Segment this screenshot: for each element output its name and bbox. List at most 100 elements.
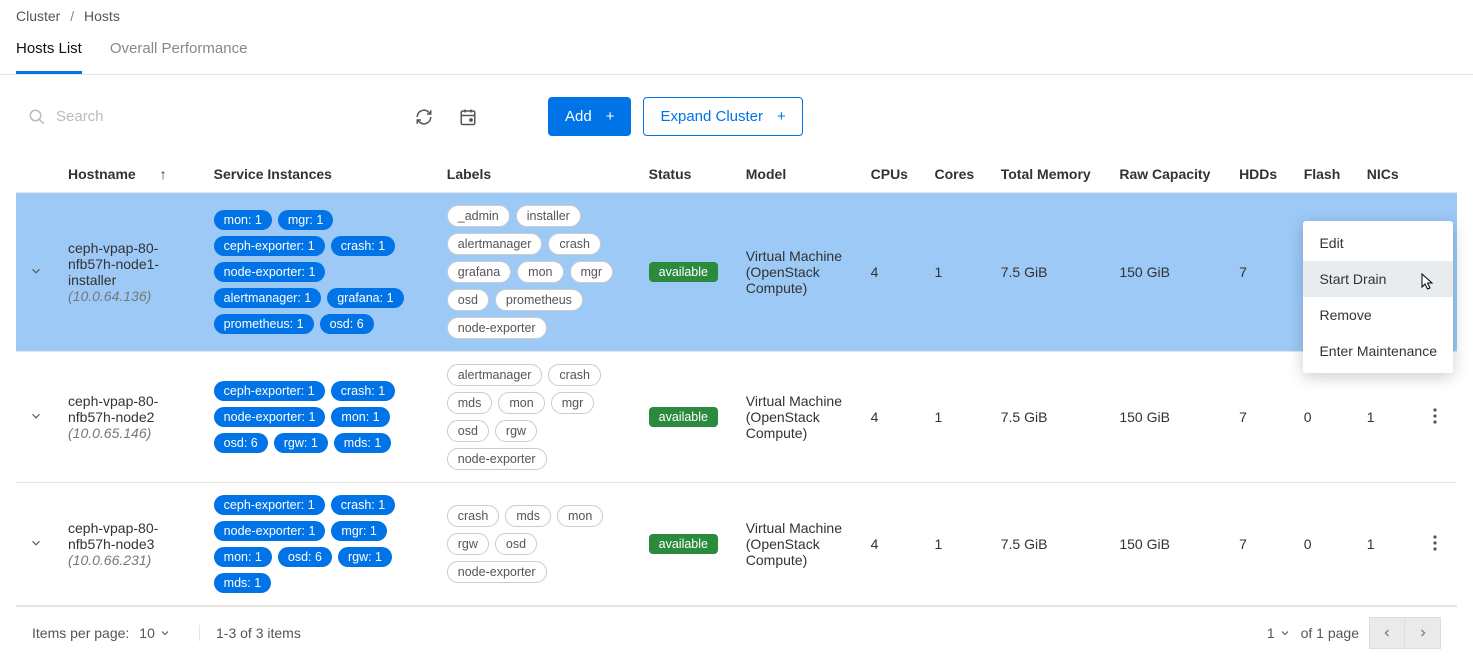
add-button[interactable]: Add + [548, 97, 631, 136]
chip[interactable]: installer [516, 205, 581, 227]
chip[interactable]: mon: 1 [214, 210, 272, 230]
items-count: 1-3 of 3 items [200, 625, 1267, 641]
chip[interactable]: node-exporter [447, 448, 547, 470]
chip[interactable]: grafana [447, 261, 511, 283]
expand-toggle[interactable] [29, 536, 43, 553]
chip[interactable]: mgr [570, 261, 614, 283]
col-labels[interactable]: Labels [435, 156, 637, 193]
chip[interactable]: ceph-exporter: 1 [214, 495, 325, 515]
chip[interactable]: _admin [447, 205, 510, 227]
tab-overall-performance[interactable]: Overall Performance [110, 28, 248, 74]
chip[interactable]: crash: 1 [331, 381, 395, 401]
chip[interactable]: prometheus: 1 [214, 314, 314, 334]
col-nics[interactable]: NICs [1355, 156, 1413, 193]
chip[interactable]: osd: 6 [278, 547, 332, 567]
chip[interactable]: crash [447, 505, 500, 527]
cell-memory: 7.5 GiB [989, 352, 1108, 483]
chip[interactable]: alertmanager [447, 233, 543, 255]
chip[interactable]: rgw: 1 [338, 547, 392, 567]
chip[interactable]: mds: 1 [334, 433, 392, 453]
menu-edit[interactable]: Edit [1303, 225, 1453, 261]
chip[interactable]: node-exporter [447, 561, 547, 583]
cell-hostname: ceph-vpap-80-nfb57h-node3 (10.0.66.231) [56, 483, 202, 606]
cell-model: Virtual Machine (OpenStack Compute) [734, 193, 859, 352]
chip[interactable]: alertmanager [447, 364, 543, 386]
col-model[interactable]: Model [734, 156, 859, 193]
row-actions-button[interactable] [1427, 529, 1443, 560]
items-per-page-select[interactable]: 10 [139, 625, 171, 641]
col-memory[interactable]: Total Memory [989, 156, 1108, 193]
chip[interactable]: mon [498, 392, 544, 414]
status-badge: available [649, 407, 718, 427]
chip[interactable]: mgr: 1 [278, 210, 333, 230]
expand-toggle[interactable] [29, 409, 43, 426]
chip[interactable]: mon: 1 [331, 407, 389, 427]
chip[interactable]: mgr [551, 392, 595, 414]
chip[interactable]: ceph-exporter: 1 [214, 381, 325, 401]
chip[interactable]: rgw [495, 420, 537, 442]
plus-icon: + [606, 108, 615, 125]
chip[interactable]: osd [447, 289, 489, 311]
chip[interactable]: osd: 6 [214, 433, 268, 453]
row-actions-button[interactable] [1427, 402, 1443, 433]
col-hdds[interactable]: HDDs [1227, 156, 1292, 193]
chevron-down-icon [159, 627, 171, 639]
chip[interactable]: osd: 6 [320, 314, 374, 334]
chip[interactable]: osd [447, 420, 489, 442]
chip[interactable]: crash: 1 [331, 495, 395, 515]
search-field[interactable] [28, 108, 348, 126]
cell-cores: 1 [922, 483, 988, 606]
next-page-button[interactable] [1405, 617, 1441, 649]
expand-cluster-button[interactable]: Expand Cluster + [643, 97, 802, 136]
cell-services: ceph-exporter: 1 crash: 1node-exporter: 1… [202, 352, 435, 483]
col-hostname[interactable]: Hostname ↑ [56, 156, 202, 193]
hostname-ip: (10.0.65.146) [68, 425, 190, 441]
chip[interactable]: mds [505, 505, 551, 527]
menu-remove[interactable]: Remove [1303, 297, 1453, 333]
breadcrumb-root[interactable]: Cluster [16, 8, 60, 24]
chip[interactable]: mon: 1 [214, 547, 272, 567]
col-status[interactable]: Status [637, 156, 734, 193]
chip[interactable]: node-exporter [447, 317, 547, 339]
chip[interactable]: prometheus [495, 289, 583, 311]
columns-button[interactable] [452, 101, 484, 133]
chip[interactable]: alertmanager: 1 [214, 288, 322, 308]
chip[interactable]: osd [495, 533, 537, 555]
expand-toggle[interactable] [29, 264, 43, 281]
col-flash[interactable]: Flash [1292, 156, 1355, 193]
chip[interactable]: mon [557, 505, 603, 527]
chevron-down-icon [1279, 627, 1291, 639]
refresh-icon [415, 108, 433, 126]
chip[interactable]: mgr: 1 [331, 521, 386, 541]
chip[interactable]: crash [548, 364, 601, 386]
search-input[interactable] [56, 108, 348, 125]
page-select[interactable]: 1 [1267, 625, 1291, 641]
chip[interactable]: ceph-exporter: 1 [214, 236, 325, 256]
table-row[interactable]: ceph-vpap-80-nfb57h-node1-installer (10.… [16, 193, 1457, 352]
menu-enter-maintenance[interactable]: Enter Maintenance [1303, 333, 1453, 369]
chip[interactable]: node-exporter: 1 [214, 521, 326, 541]
chip[interactable]: mon [517, 261, 563, 283]
tab-hosts-list[interactable]: Hosts List [16, 28, 82, 74]
col-capacity[interactable]: Raw Capacity [1107, 156, 1227, 193]
chip[interactable]: node-exporter: 1 [214, 407, 326, 427]
col-services[interactable]: Service Instances [202, 156, 435, 193]
cell-model: Virtual Machine (OpenStack Compute) [734, 352, 859, 483]
chip[interactable]: grafana: 1 [327, 288, 403, 308]
cell-capacity: 150 GiB [1107, 352, 1227, 483]
table-row[interactable]: ceph-vpap-80-nfb57h-node2 (10.0.65.146) … [16, 352, 1457, 483]
col-cores[interactable]: Cores [922, 156, 988, 193]
chip[interactable]: crash [548, 233, 601, 255]
add-label: Add [565, 108, 592, 125]
col-cpus[interactable]: CPUs [859, 156, 923, 193]
chip[interactable]: mds [447, 392, 493, 414]
table-row[interactable]: ceph-vpap-80-nfb57h-node3 (10.0.66.231) … [16, 483, 1457, 606]
chip[interactable]: crash: 1 [331, 236, 395, 256]
menu-start-drain[interactable]: Start Drain [1303, 261, 1453, 297]
refresh-button[interactable] [408, 101, 440, 133]
chip[interactable]: rgw [447, 533, 489, 555]
chip[interactable]: mds: 1 [214, 573, 272, 593]
prev-page-button[interactable] [1369, 617, 1405, 649]
chip[interactable]: rgw: 1 [274, 433, 328, 453]
chip[interactable]: node-exporter: 1 [214, 262, 326, 282]
